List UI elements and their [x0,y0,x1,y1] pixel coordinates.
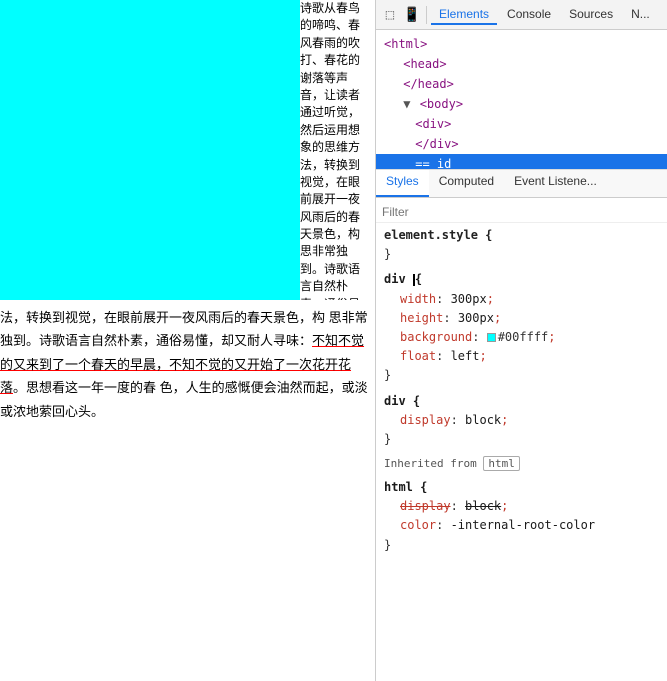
tab-elements[interactable]: Elements [431,5,497,25]
dom-panel: <html> <head> </head> ▼ <body> <div> </d… [376,30,667,170]
div-rule-2-close: } [384,432,391,446]
text-column: 诗歌从春鸟的啼鸣、春风春雨的吹打、春花的谢落等声音，让读者通过听觉，然后运用想象… [300,0,368,300]
cursor [413,274,415,286]
device-icon[interactable]: 📱 [402,5,422,25]
dom-special-text: == id [415,157,451,170]
dom-line-body[interactable]: ▼ <body> [376,94,667,114]
devtools-top-tabs: ⬚ 📱 Elements Console Sources N... [376,0,667,30]
inherited-label: Inherited from [384,457,477,470]
element-style-rule: element.style { } [376,223,667,267]
dom-line-div[interactable]: <div> [376,114,667,134]
inherited-header: Inherited from html [376,452,667,475]
prop-height: height: 300px; [384,309,659,328]
devtools-panel: ⬚ 📱 Elements Console Sources N... <html>… [375,0,667,681]
tab-console[interactable]: Console [499,5,559,25]
prop-display: display: block; [384,411,659,430]
dom-line-head[interactable]: <head> [376,54,667,74]
element-style-selector: element.style { [384,228,492,242]
left-content: 诗歌从春鸟的啼鸣、春风春雨的吹打、春花的谢落等声音，让读者通过听觉，然后运用想象… [0,0,375,681]
dom-line-selected[interactable]: == id [376,154,667,170]
tab-network[interactable]: N... [623,5,658,25]
prop-width: width: 300px; [384,290,659,309]
inspect-icon[interactable]: ⬚ [380,5,400,25]
inherited-tag[interactable]: html [483,456,520,471]
devtools-inner-tabs: Styles Computed Event Listene... [376,170,667,198]
column-text: 诗歌从春鸟的啼鸣、春风春雨的吹打、春花的谢落等声音，让读者通过听觉，然后运用想象… [300,1,360,300]
tab-event-listeners[interactable]: Event Listene... [504,170,607,197]
div-rule-1-close: } [384,368,391,382]
tab-sources[interactable]: Sources [561,5,621,25]
bottom-text-end: 。思想看这一年一度的春 色，人生的感慨便会油然而起，或淡或浓地萦回心头。 [0,380,368,418]
dom-line-head-close[interactable]: </head> [376,74,667,94]
filter-input[interactable] [382,205,661,219]
styles-panel: element.style { } div { width: 300px; he… [376,198,667,681]
tab-separator [426,6,427,24]
prop-float: float: left; [384,347,659,366]
div-rule-2: div { display: block; } [376,389,667,453]
html-rule-close: } [384,538,391,552]
div-rule-1: div { width: 300px; height: 300px; backg… [376,267,667,388]
prop-html-display: display: block; [384,497,659,516]
div-selector-1: div { [384,272,422,286]
color-swatch[interactable] [487,333,496,342]
dom-line-div-close[interactable]: </div> [376,134,667,154]
html-rule: html { display: block; color: -internal-… [376,475,667,558]
dom-line-html[interactable]: <html> [376,34,667,54]
tab-computed[interactable]: Computed [429,170,504,197]
cyan-box [0,0,300,300]
element-style-close: } [384,247,391,261]
tab-styles[interactable]: Styles [376,170,429,197]
prop-background: background: #00ffff; [384,328,659,347]
filter-bar [376,202,667,223]
prop-html-color: color: -internal-root-color [384,516,659,535]
bottom-text: 法，转换到视觉，在眼前展开一夜风雨后的春天景色，构 思非常独到。诗歌语言自然朴素… [0,300,375,423]
div-selector-2: div { [384,394,420,408]
html-selector: html { [384,480,427,494]
